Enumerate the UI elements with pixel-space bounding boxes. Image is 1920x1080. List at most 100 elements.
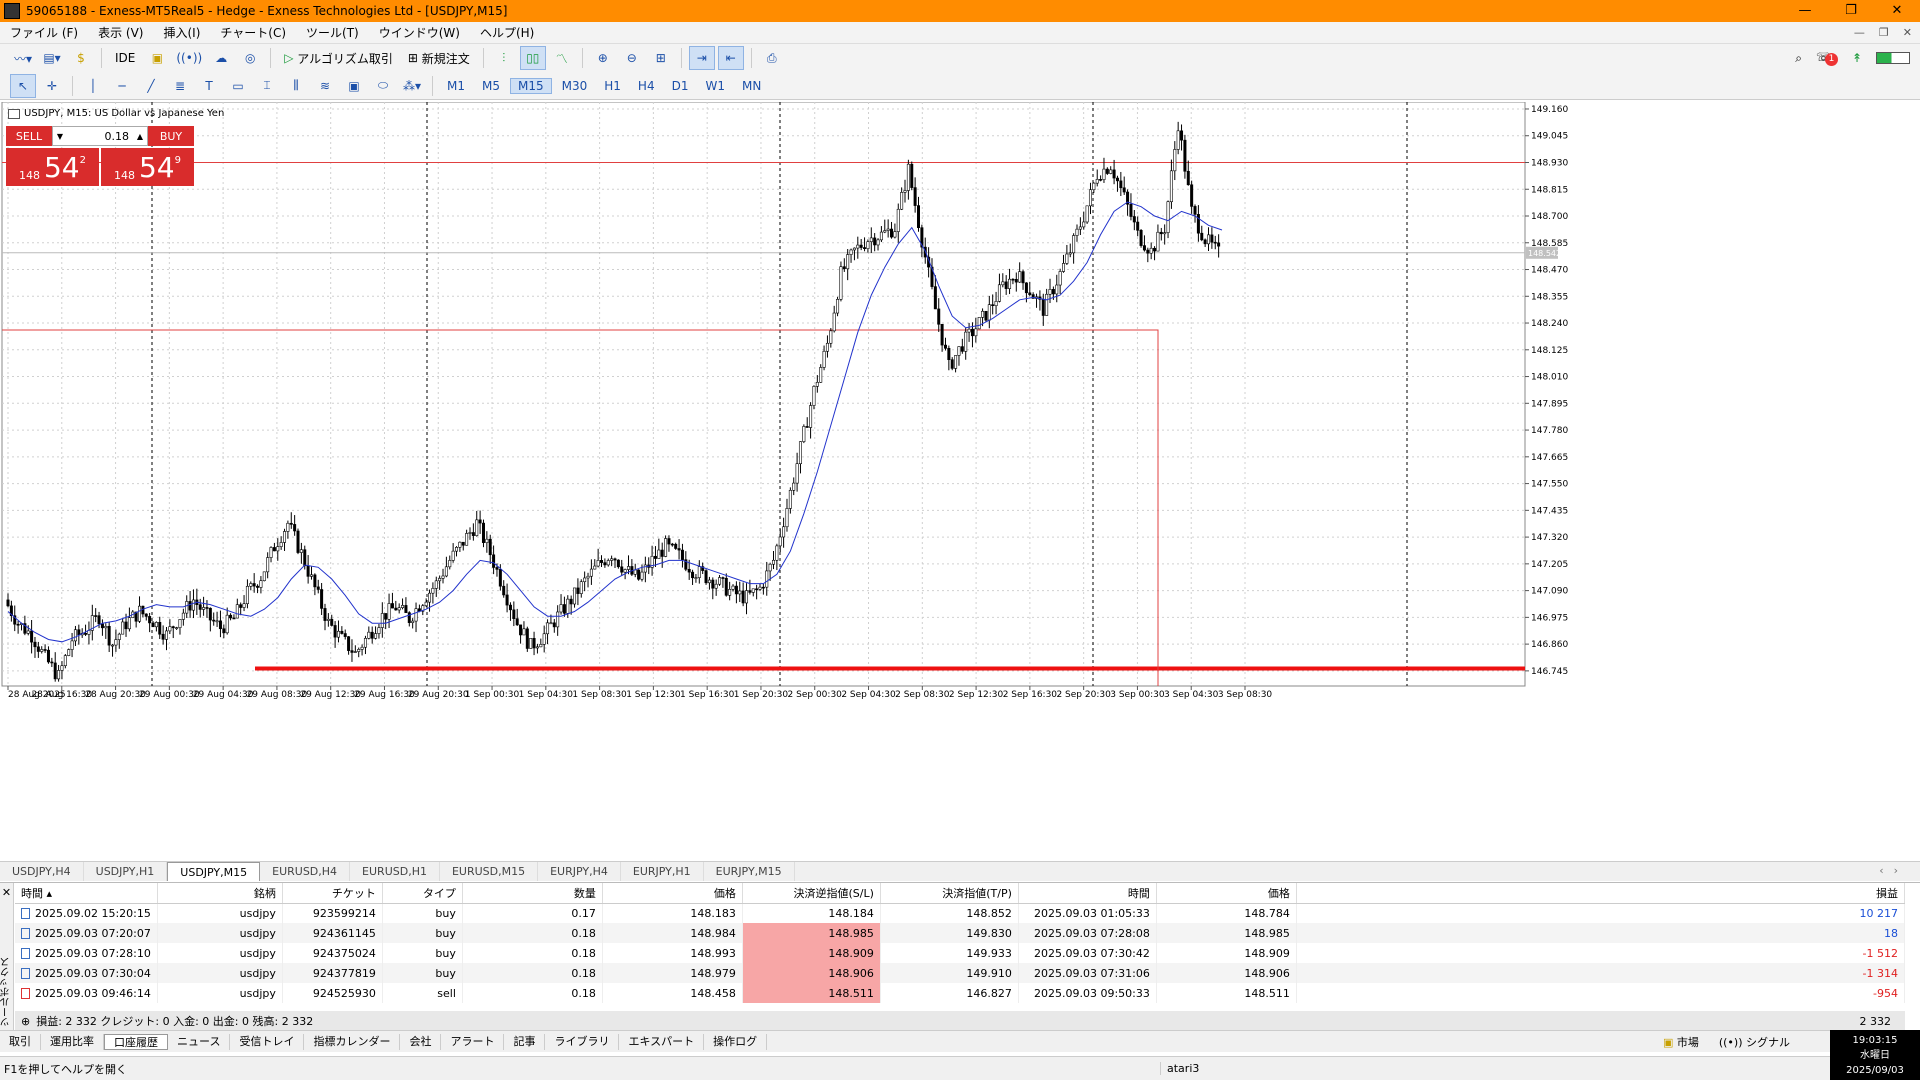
col-type[interactable]: タイプ [382, 883, 463, 904]
lot-value[interactable]: 0.18 [67, 130, 133, 143]
col-volume[interactable]: 数量 [462, 883, 603, 904]
autoscroll-icon[interactable]: ⇥ [688, 46, 715, 70]
table-row[interactable]: 2025.09.03 07:20:07 usdjpy 924361145 buy 0.1… [15, 923, 1906, 943]
tf-m15[interactable]: M15 [510, 77, 552, 94]
channel-icon[interactable]: ≣ [167, 74, 193, 98]
tf-h1[interactable]: H1 [597, 79, 628, 93]
oscillator-icon[interactable]: ≋ [312, 74, 338, 98]
tab-experts[interactable]: エキスパート [619, 1033, 705, 1050]
col-close-price[interactable]: 価格 [1156, 883, 1297, 904]
objects-menu-icon[interactable]: ⁂▾ [399, 74, 425, 98]
price-chart[interactable]: 149.160 149.045 148.930 148.815 148.700 148.5… [0, 102, 1920, 861]
symbol-tab[interactable]: EURUSD,H1 [350, 862, 440, 881]
zoom-in-icon[interactable]: ⊕ [590, 46, 616, 70]
symbol-tab[interactable]: EURUSD,M15 [440, 862, 539, 881]
summary-toggle-icon[interactable]: ⊕ [21, 1015, 30, 1028]
tab-mailbox[interactable]: 受信トレイ [230, 1033, 305, 1050]
tab-trade[interactable]: 取引 [0, 1033, 41, 1050]
toolbox-close-icon[interactable]: ✕ [2, 886, 11, 899]
lot-down-icon[interactable]: ▼ [53, 132, 67, 141]
menu-help[interactable]: ヘルプ(H) [470, 24, 544, 41]
col-time[interactable]: 時間 ▴ [15, 883, 158, 904]
tile-windows-icon[interactable]: ⊞ [648, 46, 674, 70]
menu-tools[interactable]: ツール(T) [296, 24, 369, 41]
symbol-tab-active[interactable]: USDJPY,M15 [167, 862, 261, 881]
tf-m30[interactable]: M30 [555, 79, 595, 93]
new-order-button[interactable]: ⊞ 新規注文 [402, 46, 476, 70]
candlestick-icon[interactable]: ▯▯ [519, 46, 546, 70]
ok-label-icon[interactable]: ▣ [341, 74, 367, 98]
bid-price-box[interactable]: 148 54 2 [6, 148, 99, 186]
vertical-line-icon[interactable]: │ [80, 74, 106, 98]
tf-h4[interactable]: H4 [631, 79, 662, 93]
mdi-restore-icon[interactable]: ❐ [1879, 26, 1889, 39]
vps-icon[interactable]: ◎ [237, 46, 263, 70]
close-icon[interactable]: ✕ [1874, 0, 1920, 22]
market-icon[interactable]: ▣ [144, 46, 170, 70]
tab-exposure[interactable]: 運用比率 [41, 1033, 104, 1050]
col-close-time[interactable]: 時間 [1018, 883, 1157, 904]
horizontal-line-icon[interactable]: ─ [109, 74, 135, 98]
lot-size-field[interactable]: ▼ 0.18 ▲ [52, 126, 148, 146]
line-chart-icon[interactable]: 〽 [549, 46, 575, 70]
chart-area[interactable]: 149.160 149.045 148.930 148.815 148.700 148.5… [0, 102, 1920, 861]
table-row[interactable]: 2025.09.03 07:28:10 usdjpy 924375024 buy 0.1… [15, 943, 1906, 963]
templates-icon[interactable]: ▤▾ [39, 46, 65, 70]
market-link[interactable]: ▣ 市場 [1663, 1034, 1699, 1050]
signals-icon[interactable]: ((•)) [173, 46, 205, 70]
menu-window[interactable]: ウインドウ(W) [369, 24, 470, 41]
text-icon[interactable]: T [196, 74, 222, 98]
table-row[interactable]: 2025.09.02 15:20:15 usdjpy 923599214 buy 0.1… [15, 903, 1906, 923]
buy-button[interactable]: BUY [148, 126, 194, 146]
shapes-icon[interactable]: ⬭ [370, 74, 396, 98]
col-symbol[interactable]: 銘柄 [157, 883, 283, 904]
menu-file[interactable]: ファイル (F) [0, 24, 88, 41]
tf-mn[interactable]: MN [735, 79, 768, 93]
bar-chart-icon[interactable]: ⫶ [491, 46, 517, 70]
symbol-tab[interactable]: USDJPY,H4 [0, 862, 84, 881]
cloud-icon[interactable]: ☁ [208, 46, 234, 70]
tab-library[interactable]: ライブラリ [545, 1033, 620, 1050]
table-row[interactable]: 2025.09.03 07:30:04 usdjpy 924377819 buy 0.1… [15, 963, 1906, 983]
tf-d1[interactable]: D1 [665, 79, 696, 93]
menu-chart[interactable]: チャート(C) [210, 24, 296, 41]
tab-news[interactable]: ニュース [168, 1033, 231, 1050]
text-label-icon[interactable]: ⌶ [254, 74, 280, 98]
chart-shift-icon[interactable]: ⇤ [717, 46, 744, 70]
symbol-tab[interactable]: USDJPY,H1 [84, 862, 168, 881]
lot-up-icon[interactable]: ▲ [133, 132, 147, 141]
menu-insert[interactable]: 挿入(I) [153, 24, 210, 41]
symbol-tab[interactable]: EURUSD,H4 [260, 862, 351, 881]
mdi-minimize-icon[interactable]: — [1854, 26, 1865, 39]
col-sl[interactable]: 決済逆指値(S/L) [742, 883, 881, 904]
tab-alerts[interactable]: アラート [441, 1033, 505, 1050]
cursor-icon[interactable]: ↖ [10, 73, 36, 98]
symbol-tab[interactable]: EURJPY,M15 [704, 862, 795, 881]
ask-price-box[interactable]: 148 54 9 [101, 148, 194, 186]
col-tp[interactable]: 決済指値(T/P) [880, 883, 1019, 904]
tab-scroll-icon[interactable]: ‹› [1879, 864, 1908, 877]
notification-icon[interactable]: ☏1 [1816, 50, 1838, 66]
ide-button[interactable]: IDE [109, 46, 141, 70]
maximize-icon[interactable]: ❐ [1828, 0, 1874, 22]
search-icon[interactable]: ⌕ [1795, 51, 1802, 66]
tab-history[interactable]: 口座履歴 [104, 1033, 168, 1050]
col-price[interactable]: 価格 [602, 883, 743, 904]
signal-link[interactable]: ((•)) シグナル [1719, 1034, 1790, 1050]
sell-button[interactable]: SELL [6, 126, 52, 146]
crosshair-icon[interactable]: ✛ [39, 74, 65, 98]
mdi-close-icon[interactable]: ✕ [1903, 26, 1912, 39]
tab-journal[interactable]: 操作ログ [704, 1033, 768, 1050]
status-profile[interactable]: atari3 [1160, 1062, 1199, 1075]
tab-calendar[interactable]: 指標カレンダー [304, 1033, 401, 1050]
dollar-icon[interactable]: $ [68, 46, 94, 70]
algo-trading-button[interactable]: ▷ アルゴリズム取引 [278, 46, 399, 70]
minimize-icon[interactable]: — [1782, 0, 1828, 22]
tf-w1[interactable]: W1 [698, 79, 732, 93]
trendline-icon[interactable]: ╱ [138, 74, 164, 98]
table-row[interactable]: 2025.09.03 09:46:14 usdjpy 924525930 sell 0.… [15, 983, 1906, 1003]
tf-m1[interactable]: M1 [440, 79, 472, 93]
symbol-tab[interactable]: EURJPY,H1 [621, 862, 704, 881]
tf-m5[interactable]: M5 [475, 79, 507, 93]
tab-company[interactable]: 会社 [400, 1033, 442, 1050]
